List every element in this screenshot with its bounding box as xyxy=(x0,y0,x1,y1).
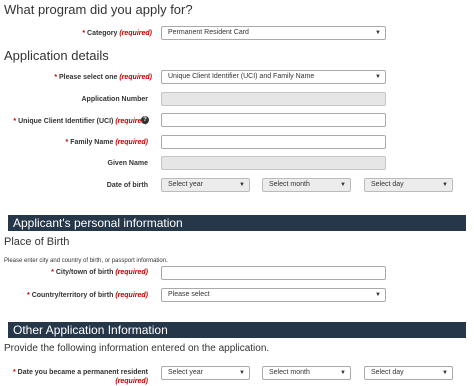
family-name-input[interactable] xyxy=(161,135,386,149)
program-question: What program did you apply for? xyxy=(4,2,193,17)
country-label: * Country/territory of birth (required) xyxy=(27,292,148,299)
personal-info-title: Applicant's personal information xyxy=(13,216,183,230)
category-select[interactable]: Permanent Resident Card ▼ xyxy=(161,26,386,40)
birth-instruction: Please enter city and country of birth, … xyxy=(4,258,168,264)
dob-month-select[interactable]: Select month ▼ xyxy=(262,178,351,192)
pr-year-select[interactable]: Select year ▼ xyxy=(161,366,250,380)
application-number-label: Application Number xyxy=(81,96,148,103)
select-one-label: * Please select one (required) xyxy=(54,74,152,81)
given-name-input xyxy=(161,156,386,170)
city-input[interactable] xyxy=(161,266,386,280)
pr-date-label: * Date you became a permanent resident (r… xyxy=(13,369,148,385)
uci-label: * Unique Client Identifier (UCI) (requir… xyxy=(13,118,148,125)
personal-info-band: Applicant's personal information xyxy=(4,215,466,231)
application-details-heading: Application details xyxy=(4,48,109,63)
category-label: * Category (required) xyxy=(82,30,152,37)
place-of-birth-heading: Place of Birth xyxy=(4,236,70,248)
dob-label: Date of birth xyxy=(106,182,148,189)
city-label: * City/town of birth (required) xyxy=(51,269,148,276)
help-icon[interactable]: ? xyxy=(141,116,149,124)
country-select[interactable]: Please select ▼ xyxy=(161,288,386,302)
dob-year-select[interactable]: Select year ▼ xyxy=(161,178,250,192)
pr-day-select[interactable]: Select day ▼ xyxy=(364,366,453,380)
other-info-band: Other Application Information xyxy=(4,322,466,338)
given-name-label: Given Name xyxy=(107,160,148,167)
band-accent xyxy=(4,322,8,338)
uci-input[interactable] xyxy=(161,113,386,127)
identifier-type-select[interactable]: Unique Client Identifier (UCI) and Famil… xyxy=(161,70,386,84)
pr-month-select[interactable]: Select month ▼ xyxy=(262,366,351,380)
application-number-input xyxy=(161,92,386,106)
family-name-label: * Family Name (required) xyxy=(65,139,148,146)
other-info-title: Other Application Information xyxy=(13,323,168,337)
other-intro: Provide the following information entere… xyxy=(4,343,270,354)
band-accent xyxy=(4,215,8,231)
dob-day-select[interactable]: Select day ▼ xyxy=(364,178,453,192)
